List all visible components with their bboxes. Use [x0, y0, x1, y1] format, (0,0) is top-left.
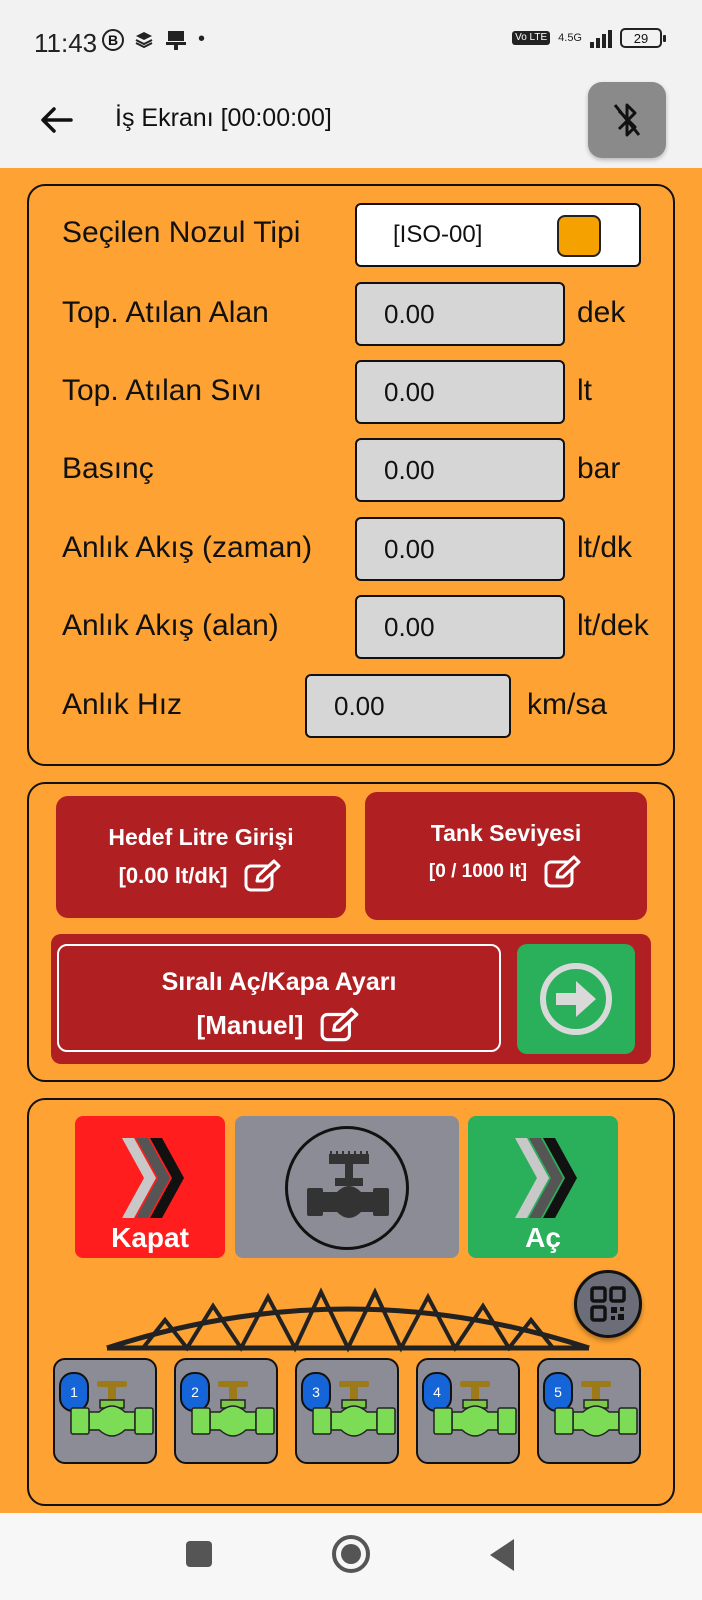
unit-flow-area: lt/dek	[577, 609, 649, 642]
sequence-container: Sıralı Aç/Kapa Ayarı [Manuel]	[51, 934, 651, 1064]
row-label-area: Top. Atılan Alan	[62, 296, 269, 329]
valve-icon	[312, 1381, 396, 1437]
status-bar: 11:43 B • Vo LTE 4.5G 29	[0, 0, 702, 82]
valve-icon	[433, 1381, 517, 1437]
status-icons-left: B •	[102, 28, 205, 51]
bluetooth-disabled-icon	[613, 103, 641, 137]
bluetooth-button[interactable]	[588, 82, 666, 158]
podium-icon	[166, 30, 186, 50]
row-label-pressure: Basınç	[62, 452, 154, 485]
tank-level-value: [0 / 1000 lt]	[428, 861, 528, 882]
unit-liquid: lt	[577, 374, 592, 407]
unit-area: dek	[577, 296, 626, 329]
valve-icon	[70, 1381, 154, 1437]
sequence-title: Sıralı Aç/Kapa Ayarı	[161, 968, 397, 996]
unit-flow-time: lt/dk	[577, 531, 633, 564]
open-all-button[interactable]: Aç	[468, 1116, 618, 1258]
value-area: 0.00	[355, 282, 565, 346]
battery-icon: 29	[620, 28, 666, 48]
grid-icon	[590, 1286, 626, 1322]
row-label-liquid: Top. Atılan Sıvı	[62, 374, 263, 407]
settings-panel: Hedef Litre Girişi [0.00 lt/dk] Tank Sev…	[27, 782, 675, 1082]
nozzle-value: [ISO-00]	[393, 221, 483, 248]
section-valve-1[interactable]: 1	[53, 1358, 157, 1464]
system-back-button[interactable]	[490, 1539, 514, 1571]
valve-gauge-icon	[307, 1151, 389, 1218]
chevrons-right-icon	[515, 1138, 577, 1218]
info-panel: Seçilen Nozul Tipi [ISO-00] Top. Atılan …	[27, 184, 675, 766]
value-flow-area: 0.00	[355, 595, 565, 659]
target-liter-button[interactable]: Hedef Litre Girişi [0.00 lt/dk]	[56, 796, 346, 918]
section-valve-5[interactable]: 5	[537, 1358, 641, 1464]
edit-icon	[321, 1007, 359, 1042]
recent-apps-button[interactable]	[186, 1541, 212, 1567]
close-all-button[interactable]: Kapat	[75, 1116, 225, 1258]
back-button[interactable]	[36, 100, 76, 140]
sequence-setting-button[interactable]: Sıralı Aç/Kapa Ayarı [Manuel]	[57, 944, 501, 1052]
arrow-left-icon	[41, 107, 73, 133]
value-speed: 0.00	[305, 674, 511, 738]
unit-speed: km/sa	[527, 688, 608, 721]
main-valve-button[interactable]	[235, 1116, 459, 1258]
main-valve-circle	[285, 1126, 409, 1250]
unit-pressure: bar	[577, 452, 621, 485]
status-time: 11:43	[34, 28, 98, 58]
section-valve-4[interactable]: 4	[416, 1358, 520, 1464]
main-area: Seçilen Nozul Tipi [ISO-00] Top. Atılan …	[0, 168, 702, 1513]
edit-icon	[244, 859, 281, 892]
b-circle-icon: B	[102, 28, 124, 51]
sprayer-boom-icon	[106, 1287, 590, 1353]
start-sequence-button[interactable]	[517, 944, 635, 1054]
nozzle-label: Seçilen Nozul Tipi	[62, 216, 301, 249]
app-bar: İş Ekranı [00:00:00]	[0, 82, 702, 168]
control-panel: Kapat Aç 1 2 3 4 5	[27, 1098, 675, 1506]
grid-view-button[interactable]	[574, 1270, 642, 1338]
row-label-flow-area: Anlık Akış (alan)	[62, 609, 279, 642]
row-label-flow-time: Anlık Akış (zaman)	[62, 531, 313, 564]
chevrons-right-icon	[122, 1138, 184, 1218]
home-dot-icon	[341, 1544, 361, 1564]
nozzle-color-swatch	[557, 215, 601, 257]
target-liter-value: [0.00 lt/dk]	[118, 863, 228, 888]
home-button[interactable]	[332, 1535, 370, 1573]
section-valve-2[interactable]: 2	[174, 1358, 278, 1464]
row-label-speed: Anlık Hız	[62, 688, 183, 721]
arrow-right-circle-icon	[540, 963, 612, 1035]
volte-icon: Vo LTE	[512, 31, 551, 45]
page-title: İş Ekranı [00:00:00]	[115, 104, 332, 132]
valve-icon	[191, 1381, 275, 1437]
edit-icon	[544, 855, 581, 888]
close-all-label: Kapat	[111, 1222, 189, 1253]
dot-icon: •	[198, 28, 206, 50]
value-pressure: 0.00	[355, 438, 565, 502]
network-type: 4.5G	[558, 32, 582, 44]
target-liter-title: Hedef Litre Girişi	[108, 824, 294, 850]
layers-icon	[135, 31, 153, 48]
tank-level-title: Tank Seviyesi	[430, 820, 582, 846]
signal-icon	[590, 28, 612, 48]
valve-icon	[554, 1381, 638, 1437]
tank-level-button[interactable]: Tank Seviyesi [0 / 1000 lt]	[365, 792, 647, 920]
status-icons-right: Vo LTE 4.5G 29	[512, 28, 666, 48]
value-liquid: 0.00	[355, 360, 565, 424]
sequence-value: [Manuel]	[196, 1009, 304, 1040]
open-all-label: Aç	[525, 1222, 561, 1253]
nozzle-select[interactable]: [ISO-00]	[355, 203, 641, 267]
section-valve-3[interactable]: 3	[295, 1358, 399, 1464]
value-flow-time: 0.00	[355, 517, 565, 581]
system-nav-bar	[0, 1513, 702, 1600]
